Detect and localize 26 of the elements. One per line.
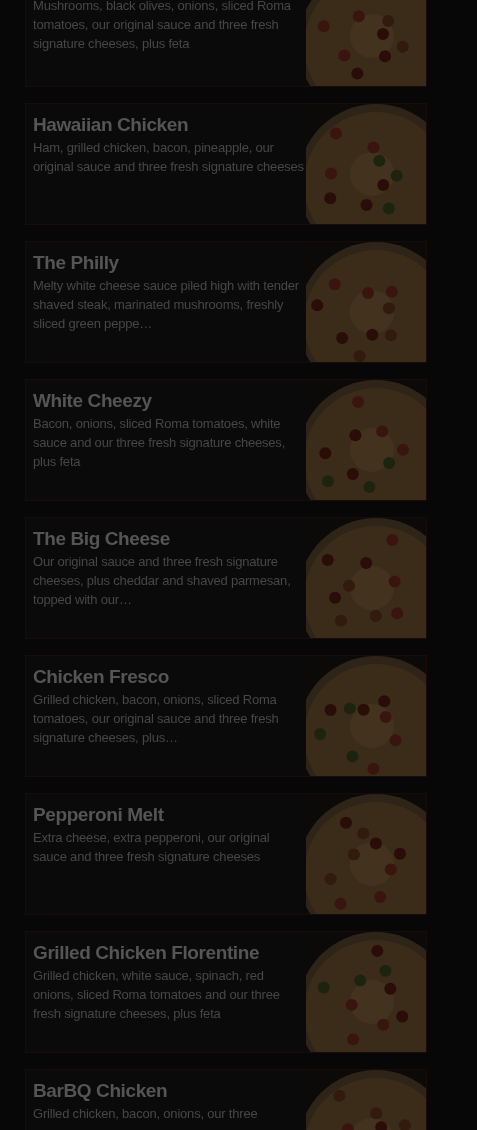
menu-card[interactable]: White Cheezy Bacon, onions, sliced Roma tomatoes, white sauce and our three fresh signature cheeses, plus feta [25,379,427,501]
pizza-name: Grilled Chicken Florentine [33,942,261,964]
menu-card[interactable]: The Philly Melty white cheese sauce piled high with tender shaved steak, marinated mushrooms, freshly sliced green peppe… [25,241,427,363]
pizza-name: The Philly [33,252,120,274]
menu-card[interactable]: Hawaiian Chicken Ham, grilled chicken, bacon, pineapple, our original sauce and three fresh signature cheeses [25,103,427,225]
menu-card[interactable]: The Big Cheese Our original sauce and three fresh signature cheeses, plus cheddar and shaved parmesan, topped with our… [25,517,427,639]
menu-card[interactable]: Chicken Fresco Grilled chicken, bacon, onions, sliced Roma tomatoes, our original sauce and three fresh signature cheeses, plus… [25,655,427,777]
pizza-name: Chicken Fresco [33,666,170,688]
menu-card[interactable]: Pepperoni Melt Extra cheese, extra pepperoni, our original sauce and three fresh signature cheeses [25,793,427,915]
pizza-description: Grilled chicken, bacon, onions, sliced Roma tomatoes, our original sauce and three fresh signature cheeses, plus… [33,691,280,747]
menu-card[interactable]: Mushrooms, black olives, onions, sliced Roma tomatoes, our original sauce and three fresh signature cheeses, plus feta [25,0,427,87]
menu-card[interactable]: Grilled Chicken Florentine Grilled chicken, white sauce, spinach, red onions, sliced Roma tomatoes and our three fresh signature cheeses, plus feta [25,931,427,1053]
pizza-description: Our original sauce and three fresh signature cheeses, plus cheddar and shaved parmesan, topped with our… [33,553,292,609]
menu-card[interactable]: BarBQ Chicken Grilled chicken, bacon, onions, our three [25,1069,427,1130]
pizza-description: Grilled chicken, white sauce, spinach, red onions, sliced Roma tomatoes and our three fresh signature cheeses, plus feta [33,967,281,1023]
pizza-name: The Big Cheese [33,528,171,550]
pizza-name: Hawaiian Chicken [33,114,190,136]
pizza-name: White Cheezy [33,390,153,412]
pizza-description: Ham, grilled chicken, bacon, pineapple, our original sauce and three fresh signature cheeses [33,139,305,176]
pizza-description: Bacon, onions, sliced Roma tomatoes, white sauce and our three fresh signature cheeses, plus feta [33,415,287,471]
pizza-description: Grilled chicken, bacon, onions, our three [33,1105,259,1123]
pizza-description: Mushrooms, black olives, onions, sliced Roma tomatoes, our original sauce and three fresh signature cheeses, plus feta [33,0,292,53]
pizza-name: BarBQ Chicken [33,1080,169,1102]
pizza-name: Pepperoni Melt [33,804,165,826]
pizza-description: Melty white cheese sauce piled high with tender shaved steak, marinated mushrooms, freshly sliced green peppe… [33,277,300,333]
pizza-description: Extra cheese, extra pepperoni, our original sauce and three fresh signature cheeses [33,829,271,866]
